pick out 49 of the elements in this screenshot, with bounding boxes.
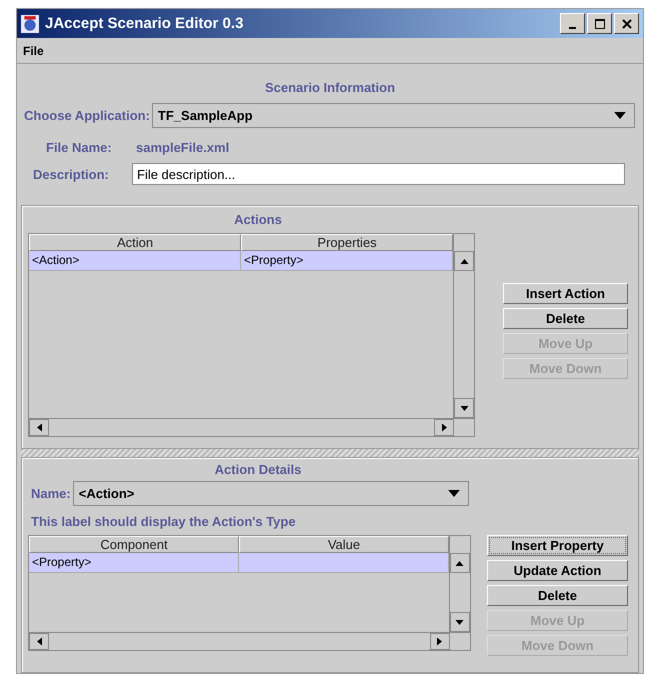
- section-heading: Scenario Information: [264, 80, 396, 95]
- scroll-left-icon[interactable]: [36, 637, 42, 646]
- application-dropdown[interactable]: TF_SampleApp: [152, 103, 635, 128]
- caret-icon: [448, 490, 460, 497]
- field-label: Choose Application:: [23, 108, 150, 123]
- name-dropdown[interactable]: <Action>: [72, 481, 469, 506]
- caret-icon: [614, 112, 626, 119]
- vertical-scrollbar[interactable]: [453, 251, 474, 418]
- action-button[interactable]: Insert Action: [503, 283, 628, 304]
- scroll-right-icon[interactable]: [437, 637, 442, 646]
- section-heading: Actions: [233, 212, 283, 227]
- scroll-up-icon[interactable]: [455, 560, 464, 566]
- table-cell: <Property>: [32, 555, 92, 569]
- table-row[interactable]: <Property>: [29, 553, 449, 573]
- column-header[interactable]: Action: [29, 234, 242, 251]
- action-button[interactable]: Update Action: [486, 560, 628, 581]
- scroll-left-icon[interactable]: [36, 423, 42, 432]
- table-row[interactable]: <Action> <Property>: [29, 251, 454, 271]
- maximize-icon: [594, 18, 604, 28]
- scroll-up-icon[interactable]: [460, 258, 469, 264]
- minimize-button[interactable]: [560, 13, 585, 34]
- menu-item[interactable]: File: [23, 44, 44, 58]
- section-heading: Action Details: [214, 462, 302, 477]
- column-header[interactable]: Properties: [241, 234, 454, 251]
- description-field[interactable]: File description...: [132, 163, 625, 185]
- file-name: sampleFile.xml: [136, 140, 230, 155]
- scroll-down-icon[interactable]: [455, 620, 464, 624]
- table-cell: <Property>: [244, 253, 304, 267]
- close-icon: [622, 18, 632, 28]
- vertical-scrollbar[interactable]: [448, 553, 470, 632]
- minimize-icon: [569, 26, 576, 28]
- close-button[interactable]: [614, 13, 639, 34]
- column-header[interactable]: Component: [29, 536, 239, 553]
- scroll-down-icon[interactable]: [460, 406, 469, 410]
- action-button[interactable]: Delete: [486, 585, 628, 606]
- maximize-button[interactable]: [587, 13, 612, 34]
- app-icon: [21, 14, 39, 32]
- window-title: JAccept Scenario Editor 0.3: [45, 15, 244, 32]
- field-label: Name:: [30, 486, 71, 501]
- action-button[interactable]: Delete: [503, 308, 628, 329]
- action-type-label: This label should display the Action's Type: [31, 514, 297, 529]
- scroll-right-icon[interactable]: [442, 423, 447, 432]
- action-button[interactable]: Insert Property: [486, 535, 628, 556]
- horizontal-scrollbar[interactable]: [29, 419, 454, 436]
- table-cell: <Action>: [32, 253, 80, 267]
- horizontal-scrollbar[interactable]: [29, 633, 450, 650]
- column-header[interactable]: Value: [238, 536, 449, 553]
- field-label: File Name:: [45, 140, 113, 155]
- field-label: Description:: [32, 166, 110, 182]
